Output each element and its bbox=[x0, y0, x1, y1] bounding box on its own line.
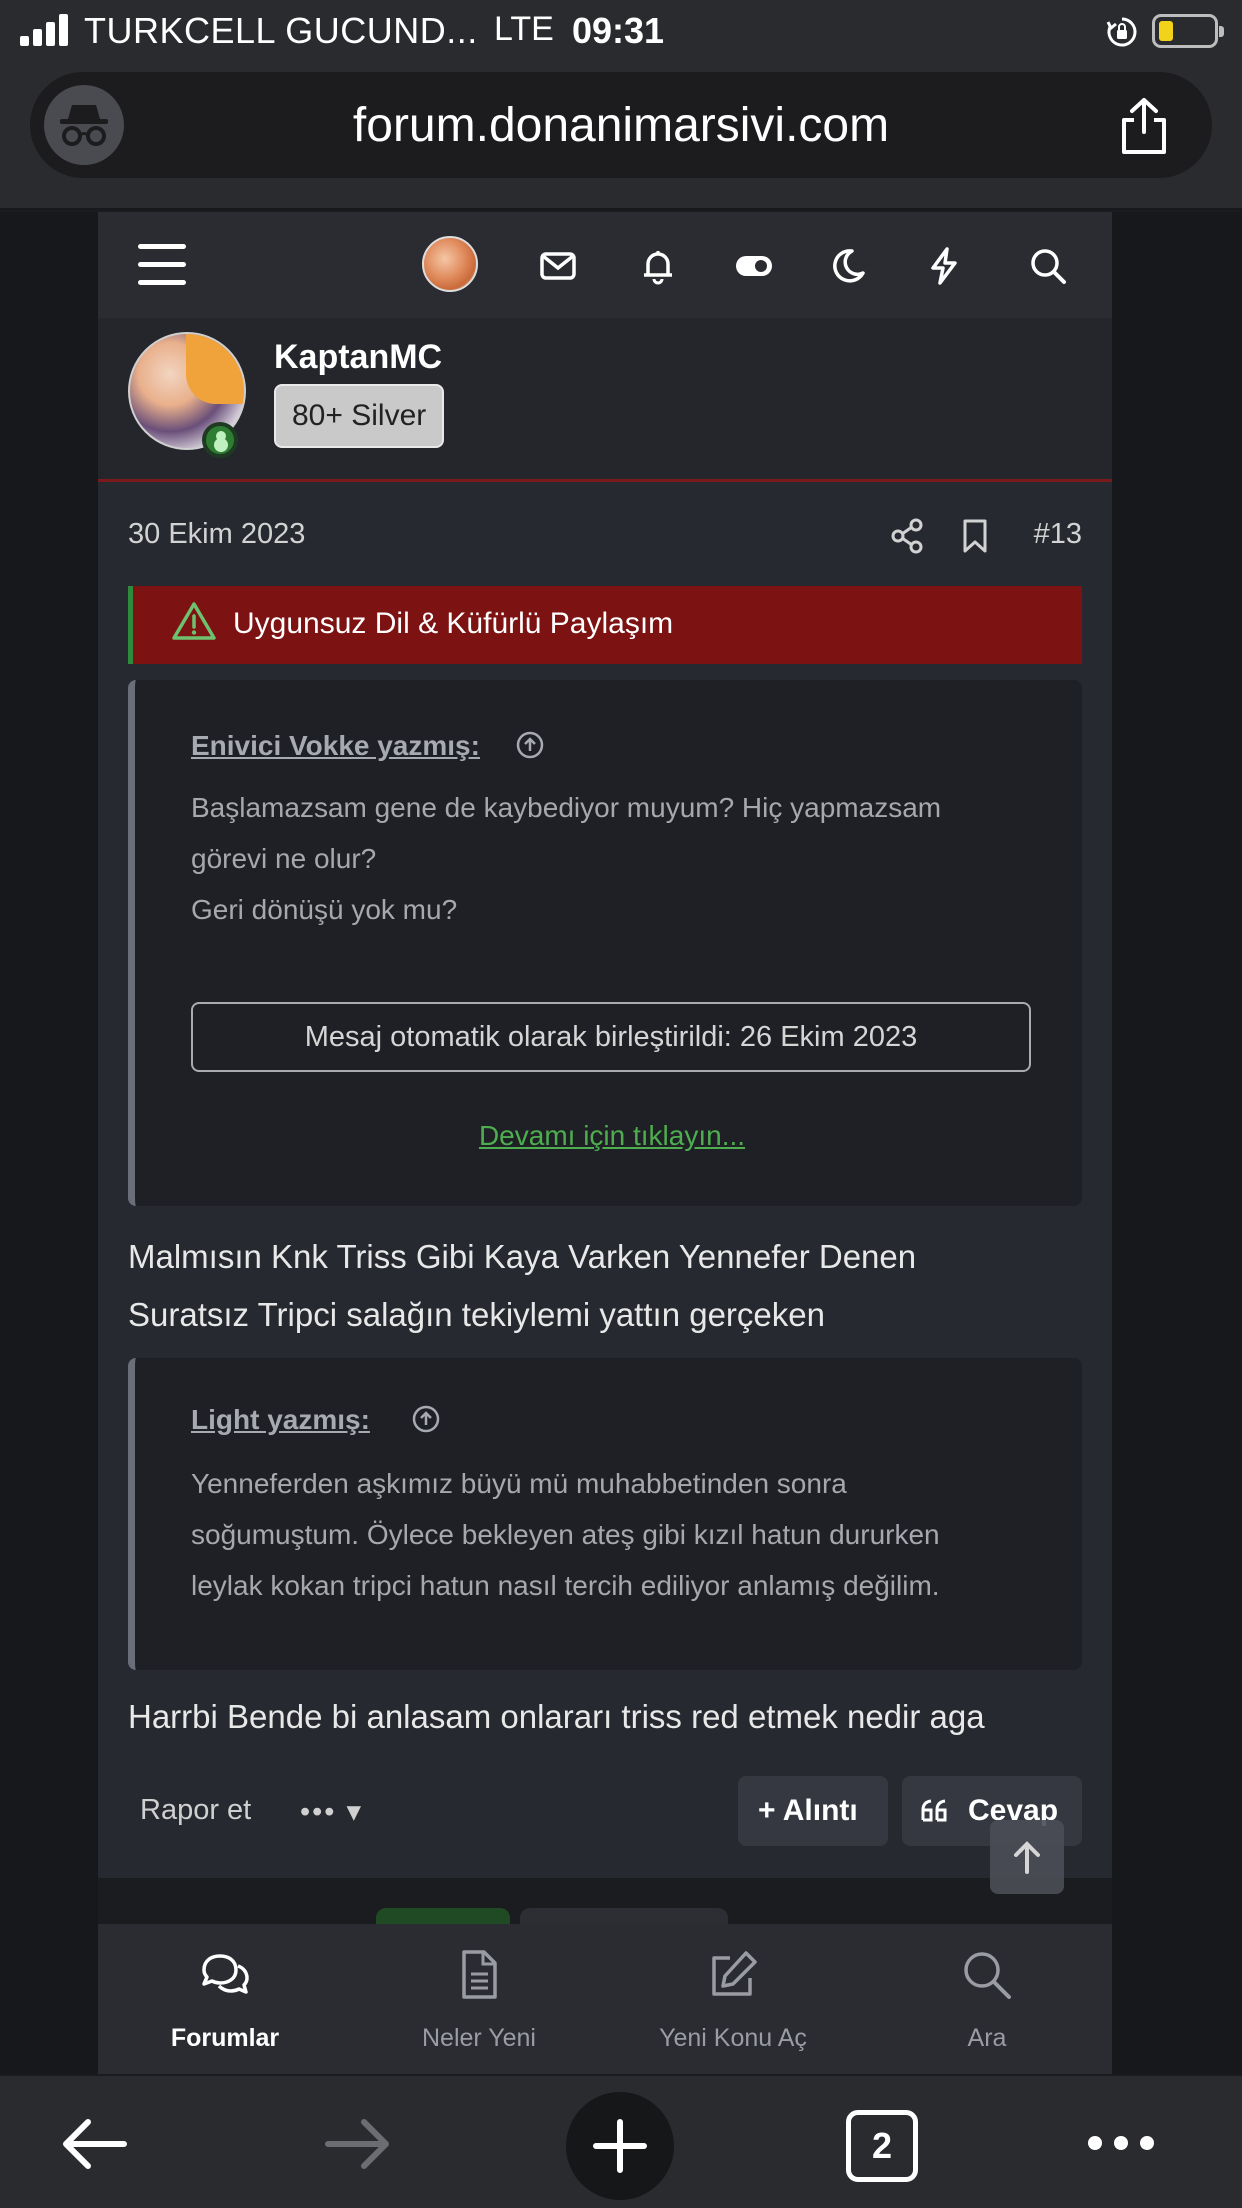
arrow-up-circle-icon[interactable] bbox=[411, 1404, 441, 1434]
post-meta: 30 Ekim 2023 #13 bbox=[128, 518, 1082, 558]
toggle-icon[interactable] bbox=[734, 246, 774, 286]
nav-item-label: Ara bbox=[967, 2024, 1007, 2052]
quote-author-link[interactable]: Light yazmış: bbox=[191, 1404, 370, 1436]
menu-icon[interactable] bbox=[138, 244, 186, 286]
nav-item-whats-new[interactable]: Neler Yeni bbox=[352, 1924, 606, 2074]
quote-text-line: Yenneferden aşkımız büyü mü muhabbetinde… bbox=[191, 1468, 847, 1499]
share-icon[interactable] bbox=[1116, 96, 1172, 156]
url-field[interactable]: forum.donanimarsivi.com bbox=[30, 72, 1212, 178]
bell-icon[interactable] bbox=[638, 246, 678, 286]
status-bar: TURKCELL GUCUND... LTE 09:31 bbox=[0, 0, 1242, 64]
mail-icon[interactable] bbox=[538, 246, 578, 286]
online-status-icon bbox=[202, 422, 238, 458]
forums-icon bbox=[202, 1954, 249, 1994]
post-number[interactable]: #13 bbox=[1034, 518, 1082, 551]
browser-toolbar: 2 bbox=[0, 2074, 1242, 2208]
browser-address-bar: forum.donanimarsivi.com bbox=[0, 64, 1242, 210]
quote-block: Enivici Vokke yazmış: Başlamazsam gene d… bbox=[128, 680, 1082, 1206]
document-icon bbox=[462, 1950, 497, 1999]
bookmark-icon[interactable] bbox=[960, 518, 990, 554]
post-actions: Rapor et ••• ▾ + Alıntı Cevap bbox=[98, 1774, 1112, 1854]
quote-author-link[interactable]: Enivici Vokke yazmış: bbox=[191, 730, 480, 762]
merged-message-notice: Mesaj otomatik olarak birleştirildi: 26 … bbox=[191, 1002, 1031, 1072]
quote-block: Light yazmış: Yenneferden aşkımız büyü m… bbox=[128, 1358, 1082, 1670]
battery-icon bbox=[1152, 14, 1224, 48]
quote-text-line: Başlamazsam gene de kaybediyor muyum? Hi… bbox=[191, 792, 942, 823]
quote-text-line: leylak kokan tripci hatun nasıl tercih e… bbox=[191, 1570, 940, 1601]
clock: 09:31 bbox=[572, 10, 665, 51]
lightning-icon[interactable] bbox=[924, 246, 964, 286]
back-arrow-icon[interactable] bbox=[58, 2116, 128, 2172]
quote-button[interactable]: + Alıntı bbox=[738, 1776, 888, 1846]
post-text-line: Malmısın Knk Triss Gibi Kaya Varken Yenn… bbox=[128, 1238, 917, 1275]
scroll-to-top-button[interactable] bbox=[990, 1820, 1064, 1894]
more-options-dropdown[interactable]: ••• ▾ bbox=[300, 1794, 363, 1829]
post-header: KaptanMC 80+ Silver bbox=[98, 318, 1112, 482]
nav-item-label: Neler Yeni bbox=[422, 2024, 536, 2052]
forward-arrow-icon bbox=[325, 2119, 389, 2169]
new-tab-button[interactable] bbox=[566, 2092, 674, 2200]
tabs-count-button[interactable]: 2 bbox=[846, 2110, 918, 2182]
post-date[interactable]: 30 Ekim 2023 bbox=[128, 518, 305, 551]
plus-icon bbox=[593, 2119, 647, 2173]
more-dots-icon[interactable] bbox=[1088, 2136, 1166, 2150]
carrier-name: TURKCELL GUCUND... bbox=[84, 10, 478, 51]
nav-item-search[interactable]: Ara bbox=[860, 1924, 1114, 2074]
signal-icon bbox=[20, 14, 72, 46]
author-name[interactable]: KaptanMC bbox=[274, 338, 442, 377]
warning-banner: Uygunsuz Dil & Küfürlü Paylaşım bbox=[128, 586, 1082, 664]
warning-icon bbox=[172, 602, 216, 640]
report-link[interactable]: Rapor et bbox=[140, 1794, 251, 1827]
search-icon bbox=[964, 1952, 1011, 1999]
quote-text-line: soğumuştum. Öylece bekleyen ateş gibi kı… bbox=[191, 1519, 940, 1550]
expand-quote-link[interactable]: Devamı için tıklayın... bbox=[135, 1120, 1089, 1152]
post-body: Malmısın Knk Triss Gibi Kaya Varken Yenn… bbox=[128, 1228, 1088, 1344]
avatar[interactable] bbox=[422, 236, 478, 292]
edit-icon bbox=[712, 1951, 757, 1996]
nav-item-new-thread[interactable]: Yeni Konu Aç bbox=[606, 1924, 860, 2074]
user-title-badge: 80+ Silver bbox=[274, 384, 445, 448]
url-text: forum.donanimarsivi.com bbox=[352, 99, 890, 152]
arrow-up-icon bbox=[1014, 1841, 1040, 1874]
post-text-line: Harrbi Bende bi anlasam onlararı triss r… bbox=[128, 1698, 985, 1735]
network-type: LTE bbox=[494, 10, 554, 48]
quote-text-line: Geri dönüşü yok mu? bbox=[191, 894, 458, 925]
page-gutter-right bbox=[1112, 212, 1242, 2074]
nav-item-label: Yeni Konu Aç bbox=[659, 2024, 807, 2052]
search-icon[interactable] bbox=[1028, 246, 1068, 286]
quote-text-line: görevi ne olur? bbox=[191, 843, 377, 874]
page-gutter-left bbox=[0, 212, 98, 2074]
nav-item-label: Forumlar bbox=[170, 2024, 280, 2052]
warning-text: Uygunsuz Dil & Küfürlü Paylaşım bbox=[233, 607, 674, 640]
post-text-line: Suratsız Tripci salağın tekiylemi yattın… bbox=[128, 1296, 825, 1333]
rotation-lock-icon bbox=[1106, 17, 1137, 47]
nav-item-forums[interactable]: Forumlar bbox=[98, 1924, 352, 2074]
forum-post: KaptanMC 80+ Silver 30 Ekim 2023 #13 Uyg… bbox=[98, 318, 1112, 1878]
forum-bottom-nav: Forumlar Neler Yeni Yeni Konu Aç Ara bbox=[98, 1924, 1112, 2074]
arrow-up-circle-icon[interactable] bbox=[515, 730, 545, 760]
moon-icon[interactable] bbox=[828, 246, 868, 286]
share-icon[interactable] bbox=[890, 518, 924, 554]
quote-mark-icon bbox=[921, 1799, 947, 1822]
forum-top-nav bbox=[98, 212, 1112, 318]
